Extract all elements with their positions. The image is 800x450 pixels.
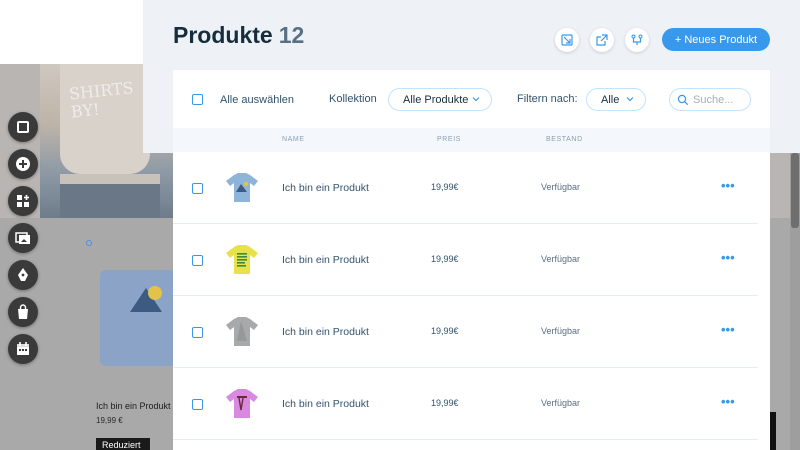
product-price: 19,99€	[431, 254, 459, 264]
scrollbar-thumb[interactable]	[791, 153, 799, 228]
arrange-button[interactable]	[625, 28, 649, 52]
row-checkbox[interactable]	[192, 327, 203, 338]
pen-icon[interactable]	[8, 260, 38, 290]
page-title-text: Produkte	[173, 22, 273, 48]
filter-select-value: Alle	[601, 93, 620, 106]
column-stock[interactable]: BESTAND	[546, 136, 583, 143]
bg-shirt-sun	[148, 286, 162, 300]
search-input[interactable]	[693, 92, 747, 108]
filter-label: Filtern nach:	[517, 93, 578, 105]
collection-select[interactable]: Alle Produkte	[388, 88, 492, 111]
product-price: 19,99€	[431, 326, 459, 336]
product-count: 12	[278, 22, 305, 48]
search-box[interactable]	[669, 88, 751, 111]
add-icon[interactable]	[8, 149, 38, 179]
table-row[interactable]: Ich bin ein Produkt 19,99€ Verfügbar •••	[173, 152, 758, 224]
media-icon[interactable]	[8, 223, 38, 253]
bg-sale-badge: Reduziert	[96, 438, 150, 450]
store-icon[interactable]	[8, 297, 38, 327]
table-row[interactable]: Ich bin ein Produkt 19,99€ Verfügbar •••	[173, 368, 758, 440]
product-stock: Verfügbar	[541, 254, 581, 264]
shirt-blue-icon	[226, 173, 258, 202]
hero-shirt-text: SHIRTS BY!	[68, 78, 135, 122]
bg-shirt-body	[100, 270, 180, 366]
calendar-icon[interactable]	[8, 334, 38, 364]
page-title: Produkte 12	[173, 22, 304, 49]
bg-product-image	[100, 260, 180, 370]
export-icon	[596, 34, 608, 46]
more-actions-icon[interactable]: •••	[721, 178, 735, 193]
column-name[interactable]: NAME	[282, 136, 305, 143]
product-name[interactable]: Ich bin ein Produkt	[282, 182, 369, 194]
shirt-yellow-icon	[226, 245, 258, 274]
product-price: 19,99€	[431, 182, 459, 192]
export-button[interactable]	[590, 28, 614, 52]
collection-label: Kollektion	[329, 93, 377, 105]
import-icon	[561, 34, 573, 46]
product-price: 19,99€	[431, 398, 459, 408]
table-row[interactable]: Ich bin ein Produkt 19,99€ Verfügbar •••	[173, 296, 758, 368]
products-table: Alle auswählen Kollektion Alle Produkte …	[173, 70, 770, 450]
filter-select[interactable]: Alle	[586, 88, 646, 111]
select-all-label: Alle auswählen	[220, 94, 294, 106]
collection-select-value: Alle Produkte	[403, 93, 469, 106]
product-stock: Verfügbar	[541, 182, 581, 192]
arrange-icon	[631, 34, 643, 45]
search-icon	[677, 94, 689, 106]
hero-jeans	[60, 184, 160, 218]
row-checkbox[interactable]	[192, 183, 203, 194]
bg-product-price: 19,99 €	[96, 416, 123, 425]
chevron-down-icon	[472, 97, 480, 102]
product-name[interactable]: Ich bin ein Produkt	[282, 398, 369, 410]
product-stock: Verfügbar	[541, 398, 581, 408]
product-name[interactable]: Ich bin ein Produkt	[282, 254, 369, 266]
table-row[interactable]: Ich bin ein Produkt 19,99€ Verfügbar •••	[173, 224, 758, 296]
row-checkbox[interactable]	[192, 399, 203, 410]
row-checkbox[interactable]	[192, 255, 203, 266]
more-actions-icon[interactable]: •••	[721, 322, 735, 337]
hero-belt	[60, 174, 160, 184]
table-column-header: NAME PREIS BESTAND	[173, 128, 770, 152]
product-stock: Verfügbar	[541, 326, 581, 336]
new-product-button[interactable]: + Neues Produkt	[662, 28, 770, 51]
apps-icon[interactable]	[8, 186, 38, 216]
tool-rail	[8, 112, 38, 371]
product-name[interactable]: Ich bin ein Produkt	[282, 326, 369, 338]
column-price[interactable]: PREIS	[437, 136, 461, 143]
bg-product-name: Ich bin ein Produkt	[96, 401, 171, 411]
shirt-grey-icon	[226, 317, 258, 346]
select-all-checkbox[interactable]	[192, 94, 203, 105]
more-actions-icon[interactable]: •••	[721, 250, 735, 265]
shirt-pink-icon	[226, 389, 258, 418]
more-actions-icon[interactable]: •••	[721, 394, 735, 409]
table-toolbar: Alle auswählen Kollektion Alle Produkte …	[173, 70, 770, 128]
import-button[interactable]	[555, 28, 579, 52]
anchor-dot	[86, 240, 92, 246]
layout-icon[interactable]	[8, 112, 38, 142]
chevron-down-icon	[626, 97, 634, 102]
